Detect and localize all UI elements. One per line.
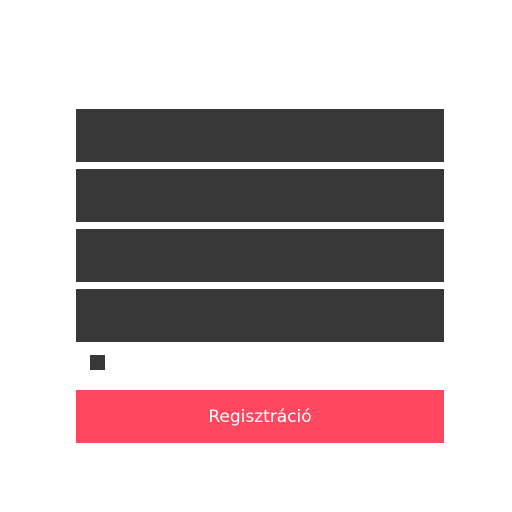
checkbox[interactable]	[90, 355, 105, 370]
input-2[interactable]	[76, 169, 444, 222]
input-3[interactable]	[76, 229, 444, 282]
register-button[interactable]: Regisztráció	[76, 390, 444, 443]
input-4[interactable]	[76, 289, 444, 342]
input-1[interactable]	[76, 109, 444, 162]
